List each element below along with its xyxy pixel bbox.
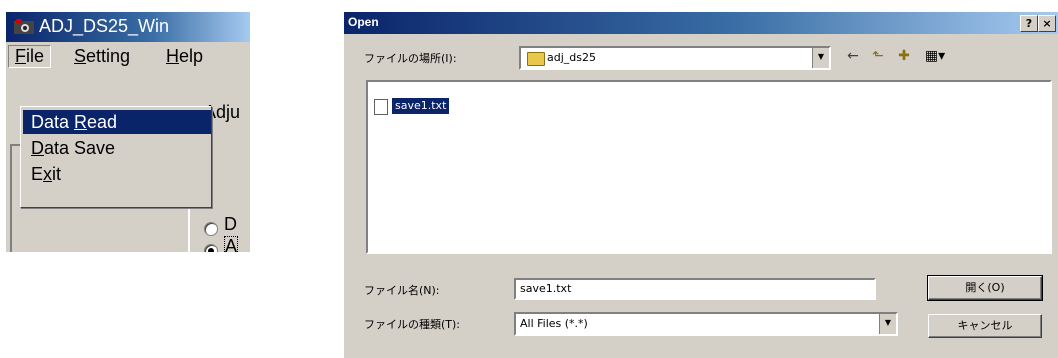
look-in-combo[interactable]: adj_ds25 ▼ <box>519 46 831 70</box>
back-icon[interactable]: ← <box>843 46 863 66</box>
radio-d-label: D <box>224 214 237 234</box>
cancel-button[interactable]: キャンセル <box>928 314 1042 338</box>
file-name-label: ファイル名(N): <box>364 284 440 297</box>
open-button[interactable]: 開く(O) <box>927 275 1043 301</box>
menu-help[interactable]: Help <box>166 46 203 67</box>
menu-setting[interactable]: Setting <box>74 46 130 67</box>
dialog-titlebar[interactable]: Open ? × <box>344 12 1058 34</box>
file-menu-dropdown: Data Read Data Save Exit <box>20 106 212 208</box>
menubar: File Setting Help <box>6 42 250 72</box>
look-in-label: ファイルの場所(I): <box>364 52 457 65</box>
menu-item-exit[interactable]: Exit <box>23 162 211 186</box>
file-type-value: All Files (*.*) <box>520 317 588 330</box>
file-list[interactable]: save1.txt <box>366 80 1052 254</box>
radio-a-label: A <box>224 236 239 252</box>
menu-item-data-read[interactable]: Data Read <box>23 110 211 134</box>
look-in-value: adj_ds25 <box>547 51 596 64</box>
close-button[interactable]: × <box>1038 15 1056 32</box>
view-menu-icon[interactable]: ▦▾ <box>922 46 948 66</box>
chevron-down-icon[interactable]: ▼ <box>812 48 829 68</box>
file-name: save1.txt <box>392 98 450 114</box>
app-camera-icon <box>14 19 34 34</box>
radio-d[interactable] <box>204 222 218 236</box>
up-folder-icon[interactable]: ⬑ <box>868 46 888 66</box>
menu-item-data-save[interactable]: Data Save <box>23 136 211 160</box>
menu-file[interactable]: File <box>8 45 52 68</box>
file-name-input[interactable]: save1.txt <box>514 278 876 300</box>
app-window: ADJ_DS25_Win File Setting Help Adju D A … <box>6 12 250 252</box>
file-type-label: ファイルの種類(T): <box>364 318 461 331</box>
dialog-title: Open <box>348 15 379 29</box>
app-titlebar[interactable]: ADJ_DS25_Win <box>6 12 250 42</box>
folder-icon <box>527 52 545 66</box>
help-button[interactable]: ? <box>1020 15 1038 32</box>
chevron-down-icon[interactable]: ▼ <box>879 314 896 334</box>
open-dialog: Open ? × ファイルの場所(I): adj_ds25 ▼ ← ⬑ ✚ ▦▾… <box>344 12 1058 358</box>
text-file-icon <box>374 99 388 115</box>
file-type-select[interactable]: All Files (*.*) ▼ <box>514 312 898 336</box>
app-title: ADJ_DS25_Win <box>39 16 170 36</box>
new-folder-icon[interactable]: ✚ <box>894 46 914 66</box>
radio-a[interactable] <box>204 244 218 252</box>
